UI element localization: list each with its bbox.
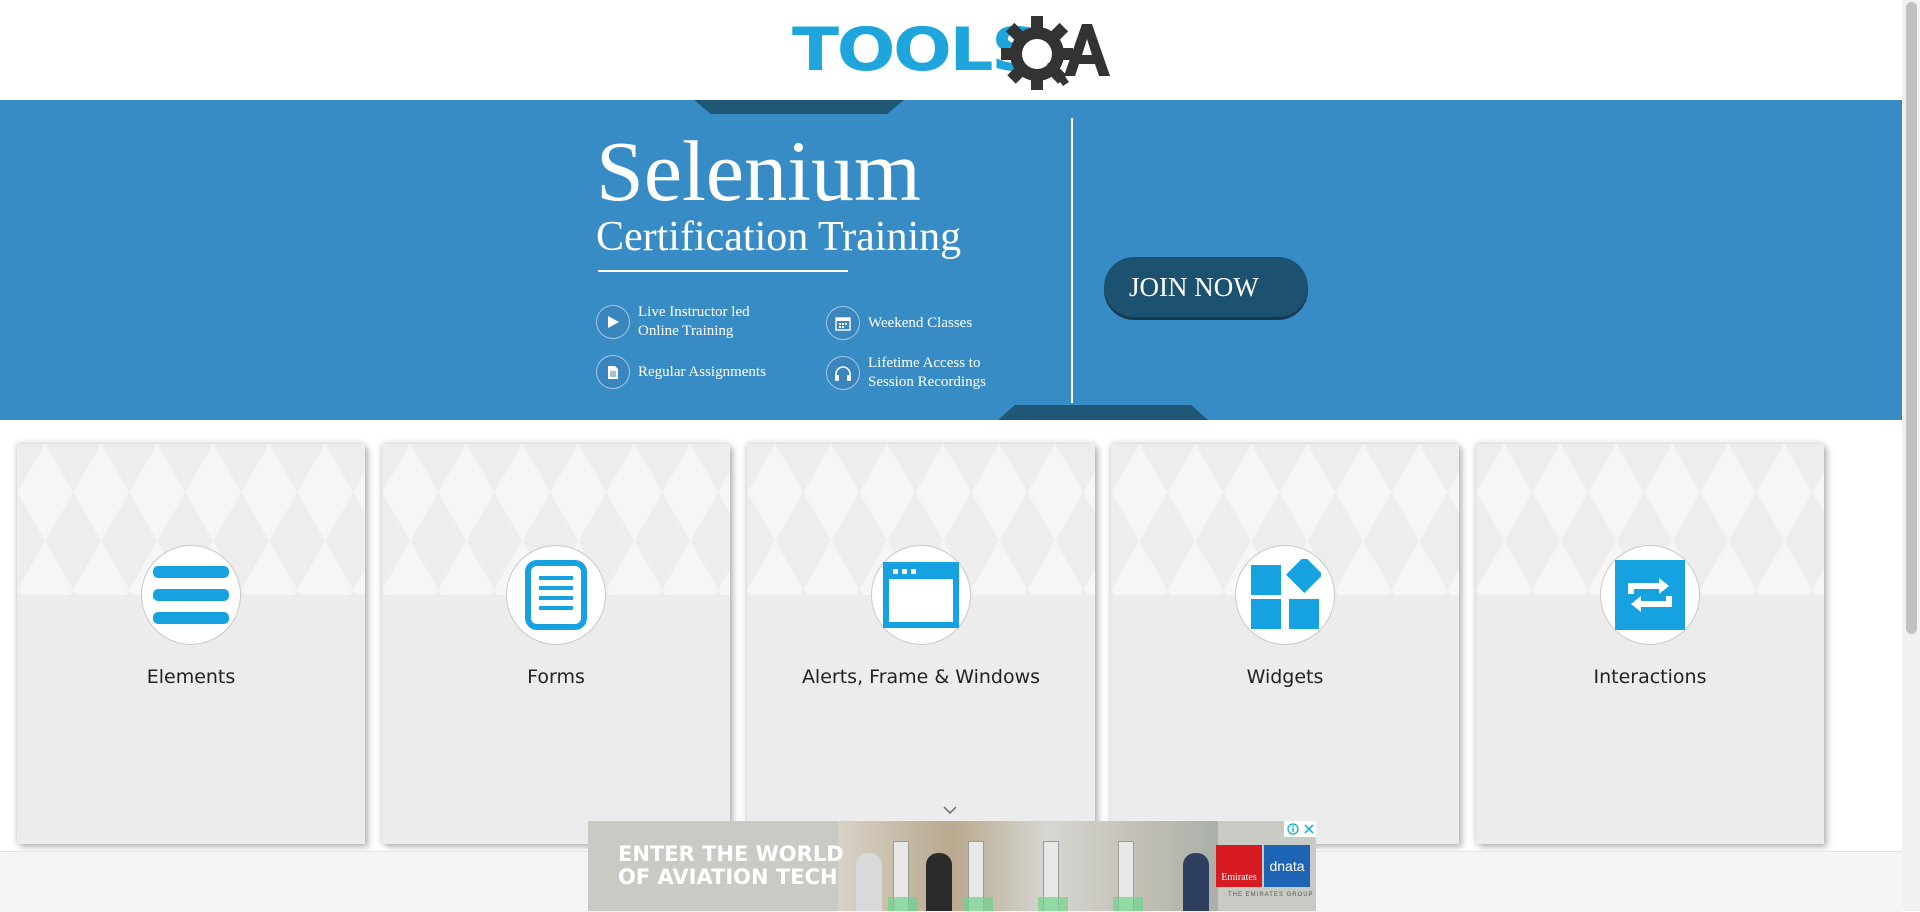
ad-gate-light xyxy=(888,897,918,911)
banner-title: Selenium xyxy=(596,123,921,219)
card-label: Alerts, Frame & Windows xyxy=(801,666,1041,688)
feature-regular-assignments: Regular Assignments xyxy=(596,355,788,389)
feature-lifetime-access: Lifetime Access to Session Recordings xyxy=(826,354,1018,392)
emirates-logo: Emirates xyxy=(1216,845,1262,887)
banner-stripe-bottom xyxy=(998,405,1208,420)
scrollbar-thumb[interactable] xyxy=(1906,2,1917,634)
card-label: Widgets xyxy=(1246,666,1324,688)
widgets-icon xyxy=(1251,559,1321,629)
info-icon[interactable] xyxy=(1286,823,1299,835)
card-alerts-frame-windows[interactable]: Alerts, Frame & Windows xyxy=(747,444,1095,844)
ad-tagline: THE EMIRATES GROUP xyxy=(1228,892,1314,898)
ad-headline: ENTER THE WORLD OF AVIATION TECH xyxy=(618,842,844,889)
card-interactions[interactable]: Interactions xyxy=(1476,444,1824,844)
selenium-training-banner[interactable]: Selenium Certification Training Live Ins… xyxy=(0,100,1902,420)
browser-window-icon xyxy=(883,562,959,628)
card-label: Forms xyxy=(527,666,585,688)
calendar-icon xyxy=(826,306,860,340)
banner-divider xyxy=(1071,118,1073,403)
card-icon-circle xyxy=(141,545,241,645)
card-elements[interactable]: Elements xyxy=(17,444,365,844)
feature-live-training: Live Instructor led Online Training xyxy=(596,303,788,341)
banner-subtitle: Certification Training xyxy=(596,214,962,260)
repeat-icon xyxy=(1615,560,1685,630)
page-scrollbar[interactable] xyxy=(1902,0,1920,911)
logo-a-letter xyxy=(1064,24,1110,76)
card-widgets[interactable]: Widgets xyxy=(1111,444,1459,844)
document-icon xyxy=(596,355,630,389)
hamburger-icon xyxy=(153,566,229,624)
card-label: Interactions xyxy=(1593,666,1707,688)
card-icon-circle xyxy=(1235,545,1335,645)
play-icon xyxy=(596,305,630,339)
ad-airport-scene-image xyxy=(838,821,1218,911)
feature-label: Live Instructor led Online Training xyxy=(638,304,750,339)
banner-underline xyxy=(598,270,848,272)
toolsqa-logo[interactable]: TOOLS xyxy=(792,14,1114,90)
join-now-button[interactable]: JOIN NOW xyxy=(1104,257,1308,317)
form-icon xyxy=(525,560,587,630)
card-forms[interactable]: Forms xyxy=(382,444,730,844)
headphones-icon xyxy=(826,356,860,390)
feature-label: Regular Assignments xyxy=(638,363,766,380)
feature-label: Weekend Classes xyxy=(868,314,973,331)
ad-gate-light xyxy=(1038,897,1068,911)
close-icon[interactable] xyxy=(1303,824,1314,834)
feature-weekend-classes: Weekend Classes xyxy=(826,306,1018,340)
ad-gate-light xyxy=(963,897,993,911)
ad-person-shape xyxy=(856,853,882,911)
ad-gate-light xyxy=(1113,897,1143,911)
advertisement-banner[interactable]: ENTER THE WORLD OF AVIATION TECH Emirate… xyxy=(588,821,1316,911)
chevron-down-icon[interactable] xyxy=(942,805,958,815)
card-label: Elements xyxy=(146,666,236,688)
ad-choices[interactable] xyxy=(1284,821,1316,837)
feature-label: Lifetime Access to Session Recordings xyxy=(868,355,986,390)
ad-person-shape xyxy=(1183,853,1209,911)
card-icon-circle xyxy=(871,545,971,645)
banner-stripe-top xyxy=(694,100,904,114)
site-header: TOOLS xyxy=(0,0,1902,100)
card-icon-circle xyxy=(506,545,606,645)
ad-person-shape xyxy=(926,853,952,911)
card-icon-circle xyxy=(1600,545,1700,645)
dnata-logo: dnata xyxy=(1264,845,1310,887)
